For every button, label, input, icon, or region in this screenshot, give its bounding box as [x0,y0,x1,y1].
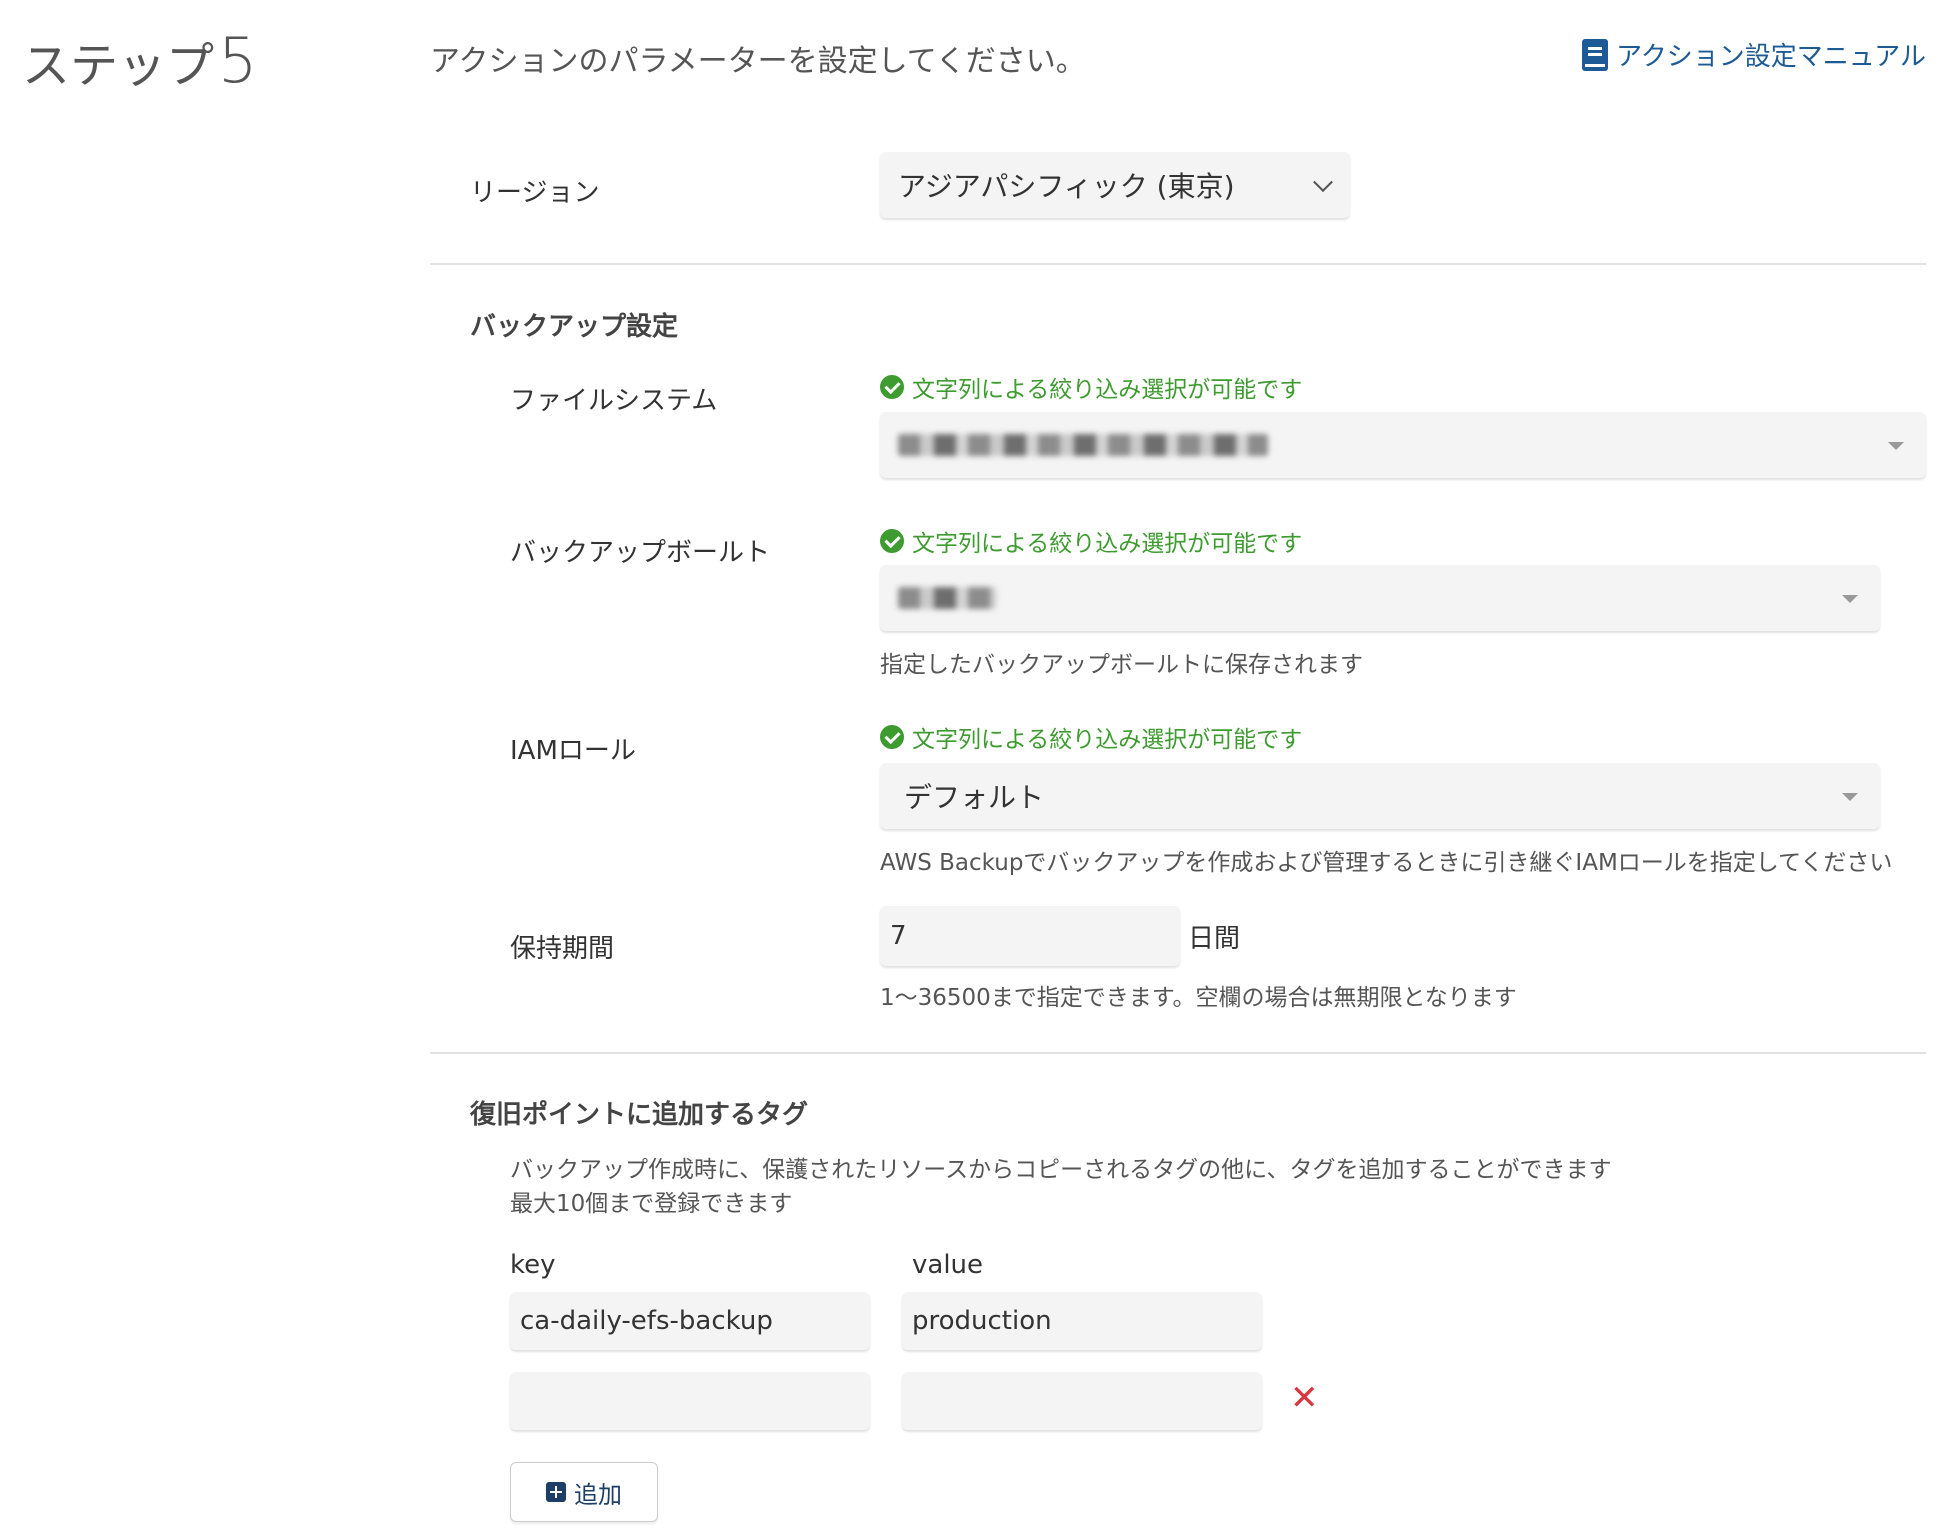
retention-input-value: 7 [890,921,907,951]
vault-label: バックアップボールト [510,538,771,568]
book-icon [1582,38,1609,71]
page-subtitle: アクションのパラメーターを設定してください。 [430,44,1086,79]
tag-value-value: production [912,1306,1052,1336]
retention-help: 1〜36500まで指定できます。空欄の場合は無期限となります [880,985,1517,1011]
iam-filter-hint: 文字列による絞り込み選択が可能です [880,720,1302,754]
filter-hint-text: 文字列による絞り込み選択が可能です [912,531,1303,557]
iam-label: IAMロール [510,736,636,766]
filter-hint-text: 文字列による絞り込み選択が可能です [912,727,1303,753]
region-select-value: アジアパシフィック (東京) [898,170,1235,203]
backup-section-title: バックアップ設定 [470,312,679,342]
caret-down-icon [1842,595,1858,603]
plus-icon [546,1482,566,1502]
add-tag-label: 追加 [574,1480,622,1509]
iam-help: AWS Backupでバックアップを作成および管理するときに引き継ぐIAMロール… [880,850,1893,876]
tag-value-input[interactable]: production [902,1292,1262,1350]
filesystem-select-redacted-value [898,434,1268,456]
tags-value-header: value [912,1250,984,1280]
iam-select[interactable]: デフォルト [880,763,1880,829]
filter-hint-text: 文字列による絞り込み選択が可能です [912,377,1303,403]
remove-tag-close-icon[interactable]: ✕ [1290,1378,1319,1418]
tags-description-line1: バックアップ作成時に、保護されたリソースからコピーされるタグの他に、タグを追加す… [510,1157,1612,1183]
step-text: ステップ [22,38,215,94]
caret-down-icon [1888,442,1904,450]
check-circle-icon [880,725,904,749]
filesystem-select[interactable] [880,412,1926,478]
iam-select-value: デフォルト [904,781,1045,814]
manual-link-label: アクション設定マニュアル [1616,42,1926,72]
chevron-down-icon [1313,172,1333,193]
caret-down-icon [1842,793,1858,801]
step-number: 5 [218,24,258,97]
tag-value-input[interactable] [902,1372,1262,1430]
check-circle-icon [880,375,904,399]
divider [430,263,1926,265]
region-label: リージョン [470,178,600,208]
tags-section-title: 復旧ポイントに追加するタグ [470,1100,809,1130]
add-tag-button[interactable]: 追加 [510,1462,658,1522]
retention-unit: 日間 [1188,924,1241,954]
tags-key-header: key [510,1250,556,1280]
check-circle-icon [880,529,904,553]
filesystem-label: ファイルシステム [510,386,718,416]
divider [430,1052,1926,1054]
step-label: ステップ5 [22,24,257,97]
vault-filter-hint: 文字列による絞り込み選択が可能です [880,524,1302,558]
vault-select-redacted-value [898,587,996,609]
filesystem-filter-hint: 文字列による絞り込み選択が可能です [880,370,1302,404]
tag-key-input[interactable]: ca-daily-efs-backup [510,1292,870,1350]
vault-select[interactable] [880,565,1880,631]
retention-label: 保持期間 [510,934,615,964]
tags-description-line2: 最大10個まで登録できます [510,1191,793,1217]
vault-help: 指定したバックアップボールトに保存されます [880,652,1363,678]
tag-key-input[interactable] [510,1372,870,1430]
tag-key-value: ca-daily-efs-backup [520,1306,773,1336]
manual-link[interactable]: アクション設定マニュアル [1582,36,1926,73]
region-select[interactable]: アジアパシフィック (東京) [880,152,1350,218]
retention-input[interactable]: 7 [880,906,1180,966]
